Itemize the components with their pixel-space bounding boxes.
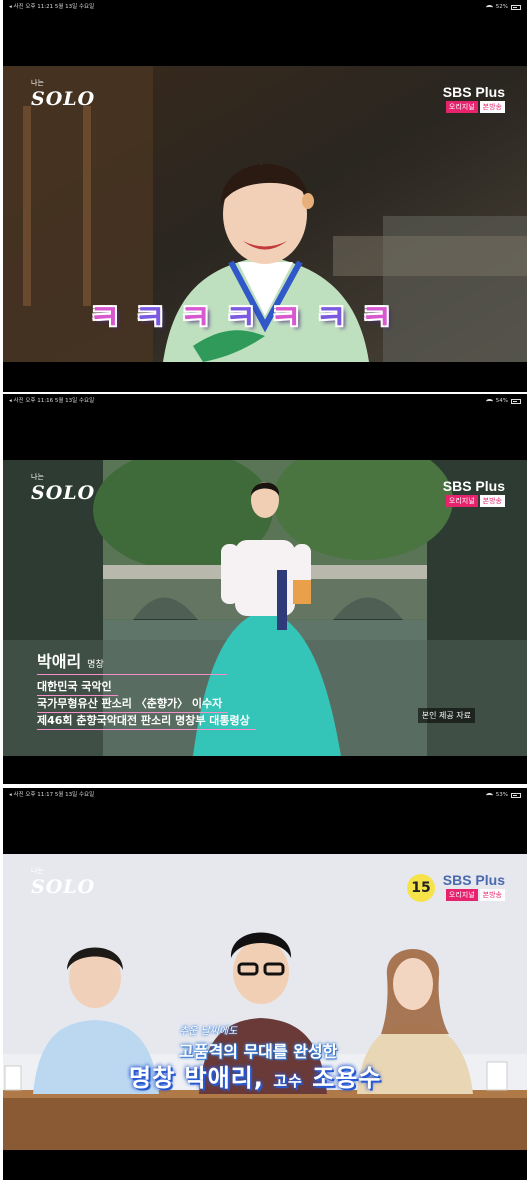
wifi-icon [485,792,493,798]
battery-icon [511,792,521,798]
video-frame[interactable]: 나는 SOLO 15 SBS Plus 오리지널 본방송 추운 날씨에도 고품격… [3,854,527,1150]
screenshot-panel-3: ◂ 사진 오후 11:17 5월 13일 수요일 53% 나는 SOLO 15 … [3,788,527,1180]
battery-percent: 52% [495,4,508,10]
laugh-subtitle: ㅋ ㅋ ㅋ ㅋ ㅋ ㅋ ㅋ [89,298,392,338]
wifi-icon [485,398,493,404]
screenshot-panel-2: ◂ 사진 오후 11:16 5월 13일 수요일 54% 나는 SOLO SBS… [3,394,527,784]
video-frame[interactable]: 나는 SOLO SBS Plus 오리지널 본방송 박애리 명창 대한민국 국악… [3,460,527,756]
status-left: ◂ 사진 오후 11:21 5월 13일 수요일 [9,4,95,10]
original-tag: 오리지널 [445,495,478,507]
broadcaster-badge: SBS Plus 오리지널 본방송 [442,478,505,507]
status-left: ◂ 사진 오후 11:16 5월 13일 수요일 [9,398,95,404]
status-bar: ◂ 사진 오후 11:16 5월 13일 수요일 54% [3,394,527,408]
source-credit: 본인 제공 자료 [417,708,475,723]
battery-percent: 54% [495,398,508,404]
age-rating-badge: 15 [407,874,435,902]
caption-line-3: 명창 박애리, 고수 조용수 [129,1064,382,1092]
battery-percent: 53% [495,792,508,798]
live-tag: 본방송 [479,101,505,113]
live-tag: 본방송 [479,889,505,901]
person-bio: 대한민국 국악인 국가무형유산 판소리 〈춘향가〉 이수자 제46회 춘향국악대… [37,679,256,730]
battery-icon [511,398,521,404]
broadcaster-badge: SBS Plus 오리지널 본방송 [442,872,505,901]
original-tag: 오리지널 [445,101,478,113]
wifi-icon [485,4,493,10]
live-tag: 본방송 [479,495,505,507]
status-left: ◂ 사진 오후 11:17 5월 13일 수요일 [9,792,95,798]
person-caption: 박애리 명창 대한민국 국악인 국가무형유산 판소리 〈춘향가〉 이수자 제46… [37,648,256,730]
caption-line-1: 추운 날씨에도 [179,1026,238,1037]
broadcaster-badge: SBS Plus 오리지널 본방송 [442,84,505,113]
person-name: 박애리 [37,652,82,671]
show-logo: 나는 SOLO [31,473,96,504]
person-title: 명창 [87,660,104,670]
screenshot-panel-1: ◂ 사진 오후 11:21 5월 13일 수요일 52% 나는 SOLO SBS… [3,0,527,392]
status-bar: ◂ 사진 오후 11:17 5월 13일 수요일 53% [3,788,527,802]
show-logo: 나는 SOLO [31,79,96,110]
video-frame[interactable]: 나는 SOLO SBS Plus 오리지널 본방송 ㅋ ㅋ ㅋ ㅋ ㅋ ㅋ ㅋ [3,66,527,362]
original-tag: 오리지널 [445,889,478,901]
show-logo: 나는 SOLO [31,867,96,898]
status-bar: ◂ 사진 오후 11:21 5월 13일 수요일 52% [3,0,527,14]
battery-icon [511,4,521,10]
